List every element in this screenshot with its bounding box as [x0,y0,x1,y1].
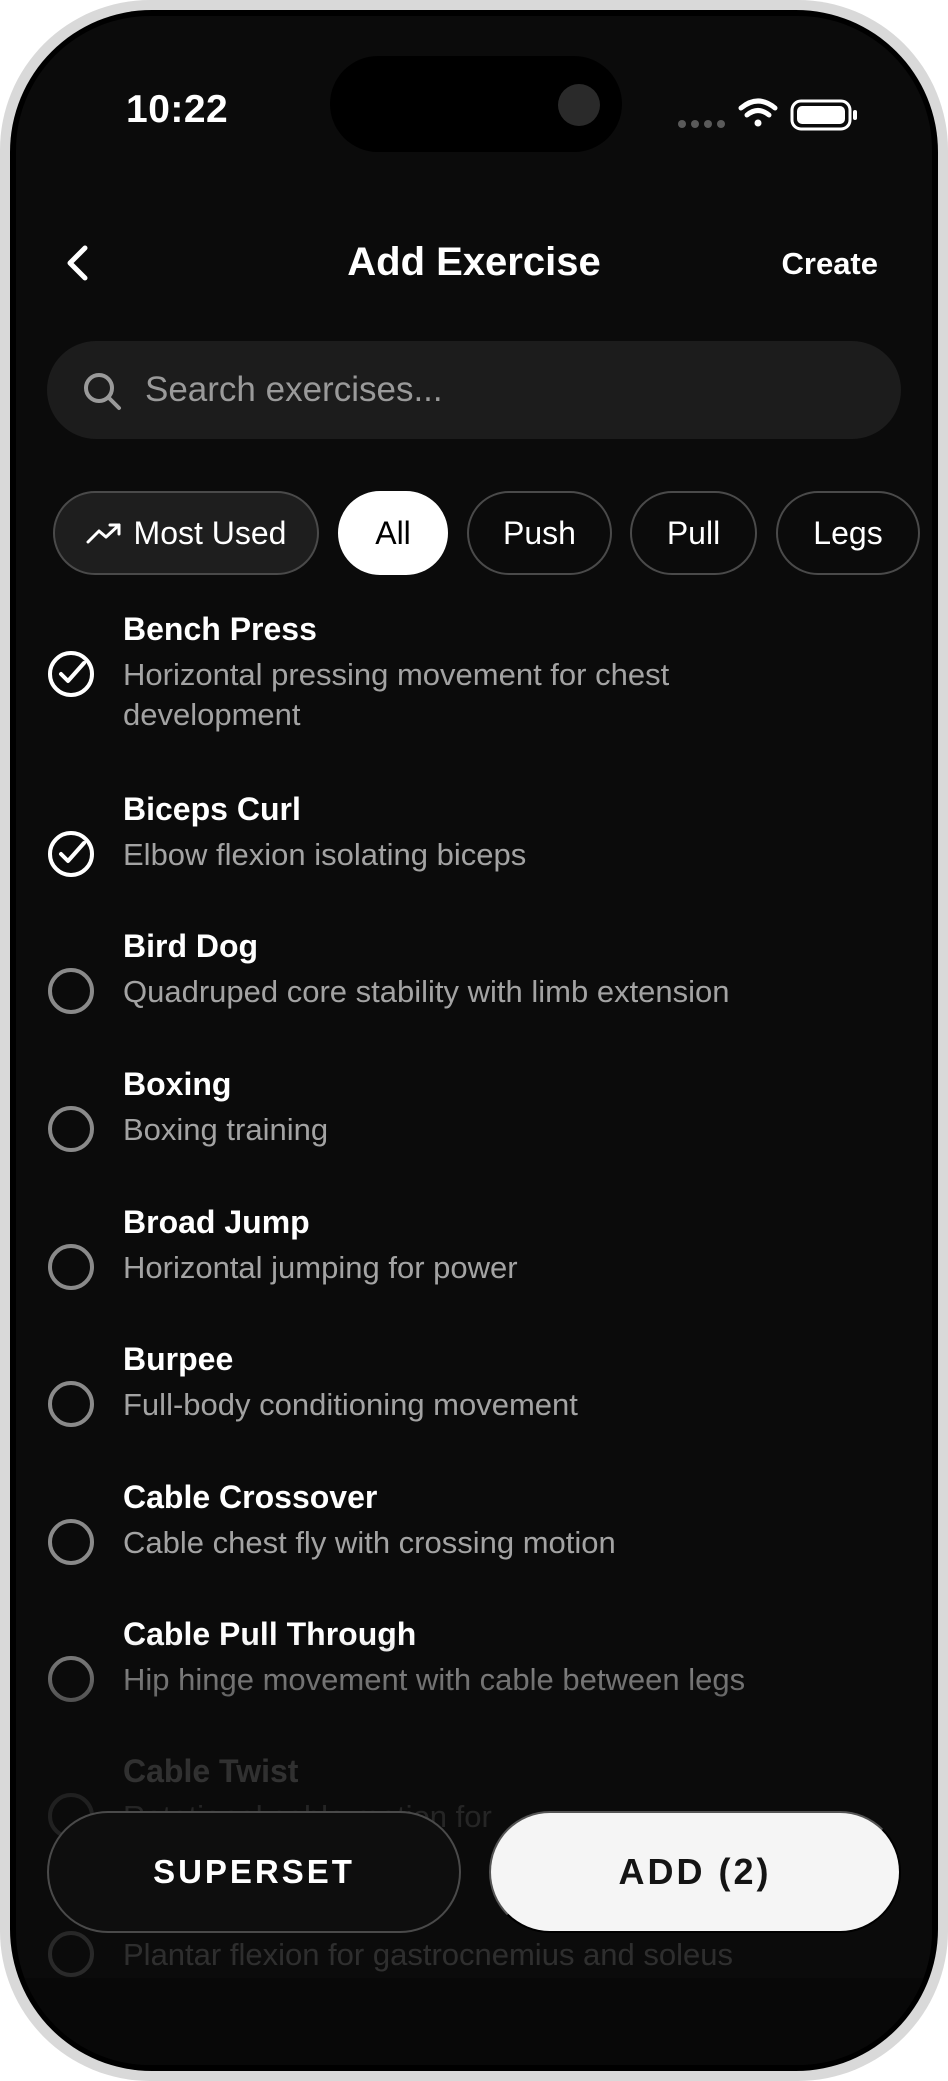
exercise-name: Broad Jump [123,1204,310,1240]
dynamic-island [330,56,622,152]
filter-chips: Most Used All Push Pull Legs [53,491,932,575]
exercise-description: Plantar flexion for gastrocnemius and so… [123,1937,733,1972]
empty-circle-icon [48,1656,94,1702]
exercise-description: Quadruped core stability with limb exten… [123,974,730,1009]
status-icons [676,96,876,136]
empty-circle-icon [48,1381,94,1427]
exercise-description: Boxing training [123,1112,329,1147]
filter-chip-label: Most Used [133,514,287,551]
exercise-description: Horizontal pressing movement for chest d… [123,657,670,732]
list-item[interactable]: Cable Crossover Cable chest fly with cro… [16,1479,932,1589]
check-circle-icon [48,651,94,697]
empty-circle-icon [48,968,94,1014]
exercise-name: Bird Dog [123,928,259,964]
exercise-name: Cable Twist [123,1753,299,1789]
filter-chip-pull[interactable]: Pull [630,491,757,575]
camera-icon [558,84,600,126]
filter-chip-label: Legs [813,514,883,551]
exercise-description: Elbow flexion isolating biceps [123,837,527,872]
check-circle-icon [48,831,94,877]
exercise-name: Cable Crossover [123,1479,378,1515]
empty-circle-icon [48,1519,94,1565]
trending-up-icon [86,523,121,544]
filter-chip-label: Pull [666,514,721,551]
exercise-name: Boxing [123,1066,232,1102]
app-screen: 10:22 Add Exercise Create Search exercis… [16,16,932,2065]
list-item[interactable]: Cable Pull Through Hip hinge movement wi… [16,1616,932,1726]
exercise-description: Cable chest fly with crossing motion [123,1525,616,1560]
superset-button[interactable]: SUPERSET [47,1811,461,1933]
list-item[interactable]: Boxing Boxing training [16,1066,932,1176]
filter-chip-all[interactable]: All [338,491,448,575]
empty-circle-icon [48,1106,94,1152]
empty-circle-icon [48,1931,94,1977]
search-bar[interactable] [47,341,901,439]
signal-icon [678,120,725,128]
exercise-description: Full-body conditioning movement [123,1387,578,1422]
empty-circle-icon [48,1244,94,1290]
exercise-name: Cable Pull Through [123,1616,417,1652]
list-item[interactable]: Biceps Curl Elbow flexion isolating bice… [16,791,932,901]
filter-chip-legs[interactable]: Legs [776,491,920,575]
list-item[interactable]: Bench Press Horizontal pressing movement… [16,611,932,761]
list-item[interactable]: Bird Dog Quadruped core stability with l… [16,928,932,1038]
list-item[interactable]: Burpee Full-body conditioning movement [16,1341,932,1451]
exercise-name: Burpee [123,1341,234,1377]
filter-chip-most-used[interactable]: Most Used [53,491,319,575]
filter-chip-push[interactable]: Push [467,491,612,575]
battery-icon [790,99,857,131]
exercise-name: Bench Press [123,611,317,647]
wifi-icon [738,98,778,127]
filter-chip-label: All [375,514,411,551]
exercise-description: Hip hinge movement with cable between le… [123,1662,746,1697]
status-time: 10:22 [126,88,229,131]
create-button[interactable]: Create [782,246,879,282]
add-button[interactable]: ADD (2) [489,1811,901,1933]
search-icon [84,373,121,410]
filter-chip-label: Push [503,514,576,551]
bottom-safe-area [16,1978,932,2065]
search-input[interactable] [145,341,845,439]
list-item[interactable]: Broad Jump Horizontal jumping for power [16,1204,932,1314]
exercise-description: Horizontal jumping for power [123,1250,518,1285]
exercise-name: Biceps Curl [123,791,301,827]
